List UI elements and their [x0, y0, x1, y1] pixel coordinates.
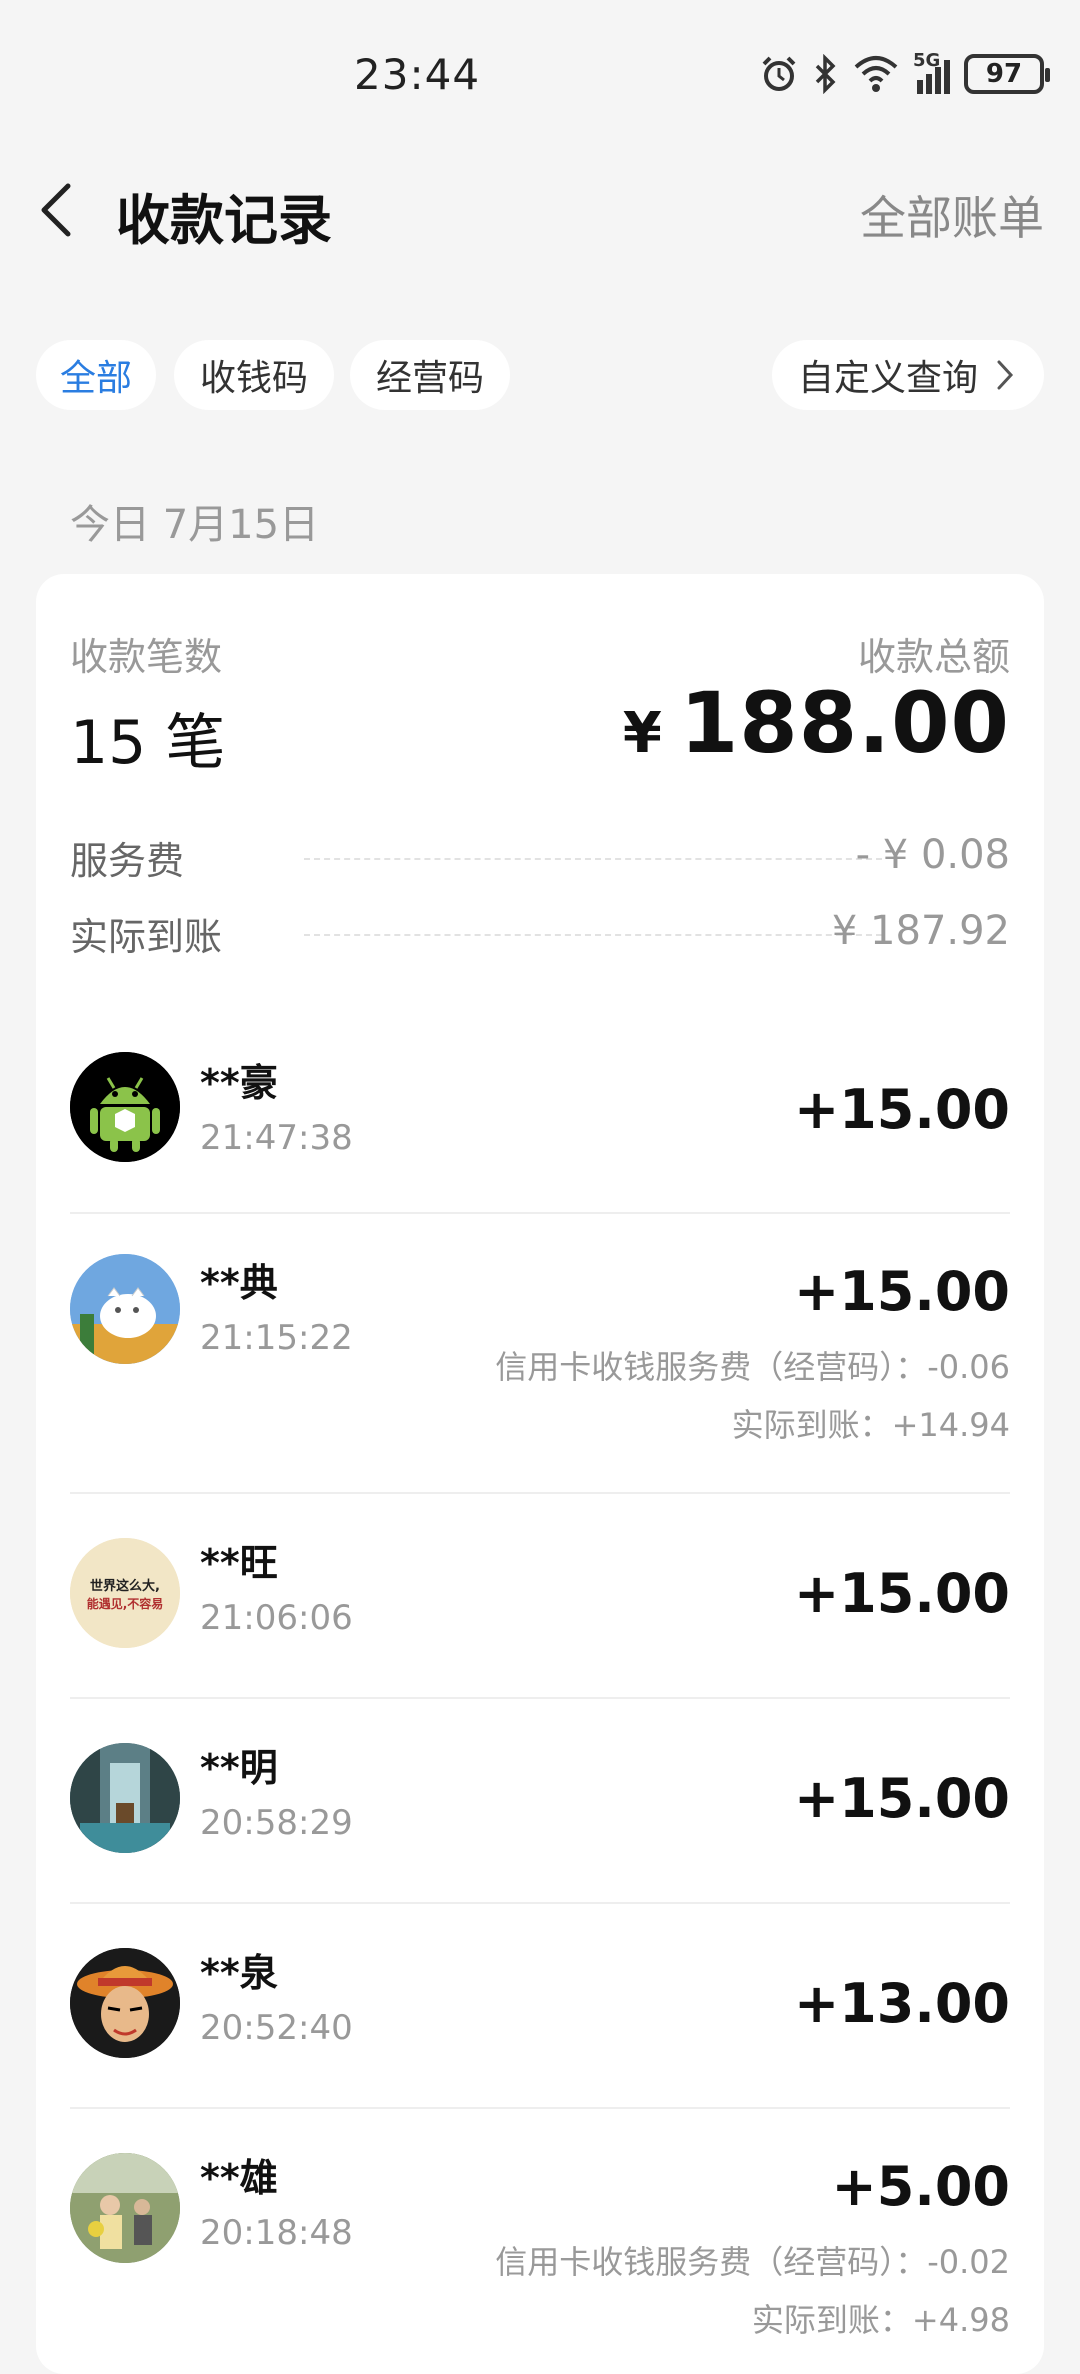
alarm-icon [762, 56, 796, 91]
transaction-row[interactable]: **明 20:58:29 +15.00 [70, 1699, 1010, 1904]
signal-icon: 5G [913, 50, 950, 94]
records-card: 收款笔数 收款总额 15 笔 ¥ 188.00 服务费 - ¥ 0.08 实际到… [36, 574, 1044, 2374]
filter-chip-label: 收钱码 [199, 358, 308, 399]
date-label: 今日 7月15日 [70, 502, 320, 548]
payment-amount: +5.00 [831, 2155, 1010, 2218]
bluetooth-icon [815, 54, 836, 94]
payment-time: 20:58:29 [200, 1803, 353, 1843]
battery-icon: 97 [964, 54, 1050, 94]
page-title: 收款记录 [116, 189, 332, 252]
actual-received-note: 实际到账：+14.94 [731, 1406, 1010, 1444]
divider [304, 934, 882, 936]
total-value: ¥ 188.00 [623, 674, 1010, 772]
service-fee-note: 信用卡收钱服务费（经营码）：-0.02 [495, 2243, 1010, 2281]
transaction-row[interactable]: **泉 20:52:40 +13.00 [70, 1904, 1010, 2109]
status-time: 23:44 [354, 50, 481, 99]
actual-received-row: 实际到账 ¥ 187.92 [70, 906, 1010, 959]
transaction-row[interactable]: **典 21:15:22 +15.00 信用卡收钱服务费（经营码）：-0.06 … [70, 1214, 1010, 1494]
count-value: 15 笔 [70, 708, 226, 778]
total-amount: 188.00 [679, 674, 1010, 772]
custom-query-button[interactable]: 自定义查询 [771, 340, 1044, 410]
all-bills-link[interactable]: 全部账单 [860, 182, 1044, 248]
currency-symbol: ¥ [622, 701, 662, 766]
filter-chip-label: 经营码 [375, 358, 484, 399]
payment-time: 20:18:48 [200, 2213, 353, 2253]
payment-time: 21:06:06 [200, 1598, 353, 1638]
service-fee-row: 服务费 - ¥ 0.08 [70, 830, 1010, 883]
chevron-left-icon[interactable] [32, 180, 82, 240]
filter-chip-all[interactable]: 全部 [36, 340, 156, 410]
filter-chip-business-code[interactable]: 经营码 [350, 340, 510, 410]
avatar [70, 1948, 180, 2058]
filter-chip-label: 全部 [59, 358, 132, 399]
filter-chips: 全部 收钱码 经营码 自定义查询 [36, 340, 1044, 410]
avatar [70, 1052, 180, 1162]
transaction-row[interactable]: **豪 21:47:38 +15.00 [70, 1044, 1010, 1214]
status-bar: 23:44 5G 97 [0, 0, 1080, 150]
chevron-right-icon [997, 360, 1014, 390]
payment-time: 21:15:22 [200, 1318, 353, 1358]
payer-name: **明 [200, 1746, 278, 1790]
payer-name: **典 [200, 1261, 278, 1305]
payment-amount: +13.00 [793, 1972, 1010, 2035]
payment-amount: +15.00 [793, 1767, 1010, 1830]
avatar: 世界这么大, 能遇见,不容易 [70, 1538, 180, 1648]
actual-received-note: 实际到账：+4.98 [751, 2301, 1010, 2339]
avatar-text-line2: 能遇见,不容易 [87, 1596, 164, 1611]
network-type: 5G [913, 50, 941, 71]
payer-name: **雄 [200, 2156, 278, 2200]
payer-name: **豪 [200, 1061, 278, 1105]
payer-name: **泉 [200, 1951, 278, 1995]
service-fee-label: 服务费 [70, 839, 185, 883]
wifi-icon [854, 56, 898, 92]
payment-amount: +15.00 [793, 1260, 1010, 1323]
service-fee-note: 信用卡收钱服务费（经营码）：-0.06 [495, 1348, 1010, 1386]
avatar-text-line1: 世界这么大, [90, 1578, 160, 1594]
payer-name: **旺 [200, 1541, 278, 1585]
payment-time: 21:47:38 [200, 1118, 353, 1158]
service-fee-value: - ¥ 0.08 [855, 832, 1010, 878]
avatar [70, 2153, 180, 2263]
status-icons: 5G 97 [759, 50, 1050, 94]
total-label: 收款总额 [857, 635, 1010, 679]
payment-amount: +15.00 [793, 1562, 1010, 1625]
filter-chip-qrcode[interactable]: 收钱码 [174, 340, 334, 410]
avatar [70, 1743, 180, 1853]
transaction-row[interactable]: **雄 20:18:48 +5.00 信用卡收钱服务费（经营码）：-0.02 实… [70, 2109, 1010, 2359]
divider [304, 858, 882, 860]
transaction-row[interactable]: 世界这么大, 能遇见,不容易 **旺 21:06:06 +15.00 [70, 1494, 1010, 1699]
actual-received-value: ¥ 187.92 [831, 908, 1010, 954]
payment-amount: +15.00 [793, 1078, 1010, 1141]
actual-received-label: 实际到账 [70, 915, 223, 959]
payment-time: 20:52:40 [200, 2008, 353, 2048]
avatar [70, 1254, 180, 1364]
header: 收款记录 全部账单 [0, 150, 1080, 270]
custom-query-label: 自定义查询 [797, 358, 978, 399]
count-label: 收款笔数 [70, 635, 223, 679]
battery-level: 97 [985, 59, 1023, 89]
